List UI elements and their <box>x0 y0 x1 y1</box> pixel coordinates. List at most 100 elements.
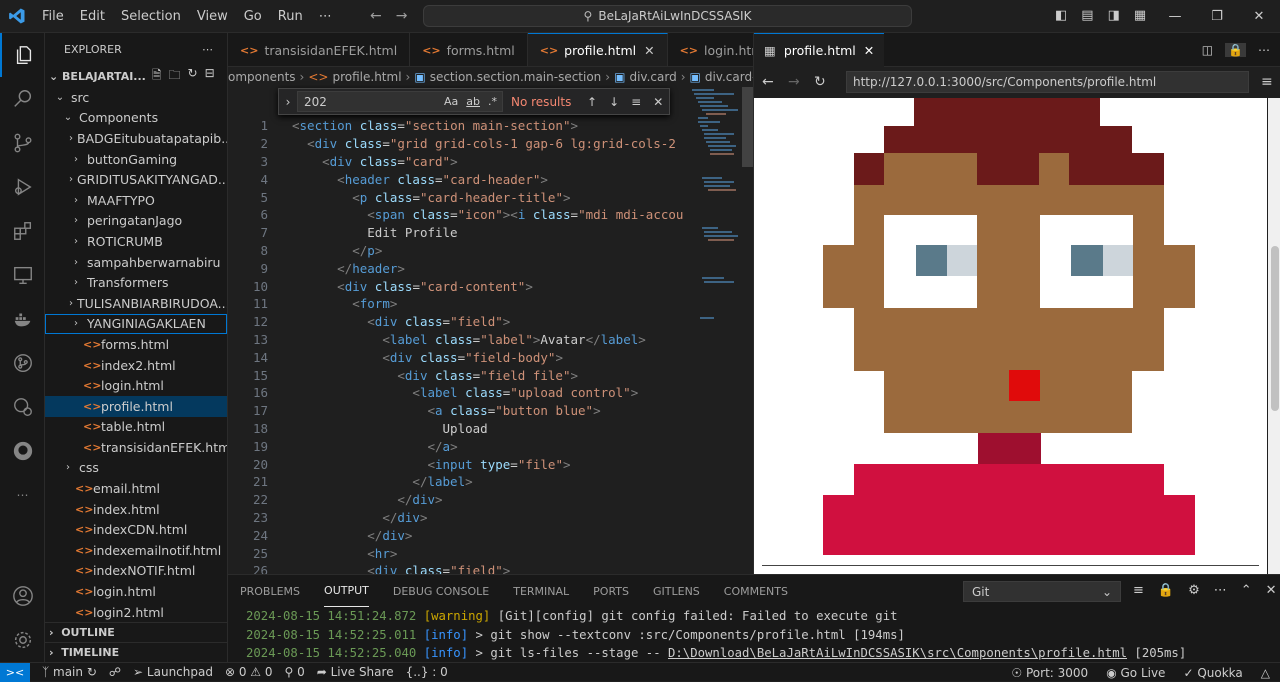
lock-scroll-icon[interactable]: 🔒 <box>1158 583 1174 598</box>
lock-icon[interactable]: 🔒 <box>1225 42 1246 57</box>
tab-profile[interactable]: <> profile.html ✕ <box>527 33 668 66</box>
gitlens-icon[interactable] <box>0 385 45 429</box>
folder-item[interactable]: › GRIDITUSAKITYANGAD... <box>45 169 227 190</box>
reload-icon[interactable]: ↻ <box>814 74 840 90</box>
restore-icon[interactable]: ❐ <box>1196 0 1238 33</box>
liveshare-status[interactable]: ➦ Live Share <box>317 665 394 679</box>
extensions-icon[interactable] <box>0 209 45 253</box>
breadcrumb-item[interactable]: section.section.main-section <box>430 70 602 84</box>
find-input[interactable]: 202 Aa ab .* <box>297 91 503 112</box>
menu-more[interactable]: ⋯ <box>311 9 340 24</box>
breadcrumb-item[interactable]: div.card <box>629 70 676 84</box>
run-debug-icon[interactable] <box>0 165 45 209</box>
folder-item[interactable]: › ROTICRUMB <box>45 231 227 252</box>
new-file-icon[interactable]: 🗎 <box>152 66 162 87</box>
close-icon[interactable]: ✕ <box>1238 0 1280 33</box>
close-panel-icon[interactable]: ✕ <box>1266 583 1277 598</box>
toggle-replace-icon[interactable]: › <box>279 95 297 109</box>
close-find-icon[interactable]: ✕ <box>653 95 663 109</box>
folder-item[interactable]: › css <box>45 458 227 479</box>
port-status[interactable]: ☉ Port: 3000 <box>1011 666 1088 680</box>
workspace-folder[interactable]: ⌄ BELAJARTAI... 🗎 🗀 ↻ ⊟ <box>45 65 227 87</box>
folder-item[interactable]: › YANGINIAGAKLAEN <box>45 313 227 335</box>
customize-layout-icon[interactable]: ▦ <box>1134 8 1146 23</box>
breadcrumb-item[interactable]: div.card-content <box>705 70 753 84</box>
forward-arrow-icon[interactable]: → <box>396 8 408 24</box>
hamburger-menu-icon[interactable]: ≡ <box>1261 74 1273 90</box>
braces-status[interactable]: {..} : 0 <box>406 665 448 679</box>
editor-scrollbar[interactable] <box>742 87 753 167</box>
forward-arrow-icon[interactable]: → <box>788 74 814 90</box>
tab-terminal[interactable]: TERMINAL <box>513 575 569 607</box>
match-case-icon[interactable]: Aa <box>444 95 458 108</box>
command-center[interactable]: ⚲ BeLaJaRtAiLwInDCSSASIK <box>423 5 912 27</box>
tab-forms[interactable]: <> forms.html <box>410 33 528 66</box>
tab-transisidanefek[interactable]: <> transisidanEFEK.html <box>228 33 411 66</box>
tab-output[interactable]: OUTPUT <box>324 575 369 607</box>
tab-preview-profile[interactable]: ▦ profile.html ✕ <box>754 32 885 67</box>
refresh-icon[interactable]: ↻ <box>188 66 198 87</box>
folder-item[interactable]: ⌄ Components <box>45 108 227 129</box>
search-view-icon[interactable] <box>0 77 45 121</box>
branch-status[interactable]: ᛉ main ↻ <box>42 665 97 679</box>
file-item[interactable]: <> index2.html <box>45 355 227 376</box>
menu-run[interactable]: Run <box>270 9 311 24</box>
breadcrumb-item[interactable]: profile.html <box>332 70 401 84</box>
scroll-thumb[interactable] <box>1271 246 1279 411</box>
settings-gear-icon[interactable]: ⚙ <box>1188 583 1200 598</box>
file-item[interactable]: <> index.html <box>45 499 227 520</box>
minimap[interactable] <box>690 87 742 327</box>
tab-ports[interactable]: PORTS <box>593 575 629 607</box>
minimize-icon[interactable]: — <box>1154 0 1196 33</box>
code-editor[interactable]: 1 < section class = "section main-section" >2… <box>228 117 688 574</box>
golive-status[interactable]: ◉ Go Live <box>1106 666 1165 680</box>
find-in-selection-icon[interactable]: ≡ <box>631 95 641 109</box>
explorer-more-icon[interactable]: ⋯ <box>202 43 213 56</box>
url-input[interactable]: http://127.0.0.1:3000/src/Components/pro… <box>846 71 1249 93</box>
more-actions-icon[interactable]: ⋯ <box>1214 583 1227 598</box>
menu-edit[interactable]: Edit <box>72 9 113 24</box>
file-item[interactable]: <> table.html <box>45 417 227 438</box>
preview-scrollbar[interactable] <box>1268 98 1280 574</box>
menu-file[interactable]: File <box>34 9 72 24</box>
new-folder-icon[interactable]: 🗀 <box>169 66 181 87</box>
more-actions-icon[interactable]: ⋯ <box>1258 43 1270 57</box>
regex-icon[interactable]: .* <box>488 95 497 108</box>
tab-debug-console[interactable]: DEBUG CONSOLE <box>393 575 489 607</box>
toggle-secondary-sidebar-icon[interactable]: ◨ <box>1108 8 1120 23</box>
next-match-icon[interactable]: ↓ <box>609 95 619 109</box>
menu-selection[interactable]: Selection <box>113 9 189 24</box>
collapse-all-icon[interactable]: ⊟ <box>205 66 215 87</box>
file-item[interactable]: <> indexCDN.html <box>45 519 227 540</box>
gitlens-graph-icon[interactable]: ☍ <box>109 665 121 679</box>
source-control-icon[interactable] <box>0 121 45 165</box>
menu-view[interactable]: View <box>189 9 236 24</box>
tab-gitlens[interactable]: GITLENS <box>653 575 700 607</box>
more-views-icon[interactable]: ⋯ <box>0 473 45 517</box>
close-tab-icon[interactable]: ✕ <box>864 43 874 58</box>
folder-item[interactable]: › MAAFTYPO <box>45 190 227 211</box>
clear-output-icon[interactable]: ≡ <box>1133 583 1144 598</box>
folder-item[interactable]: › peringatanJago <box>45 211 227 232</box>
notifications-bell-icon[interactable]: △ <box>1261 666 1270 680</box>
close-tab-icon[interactable]: ✕ <box>644 43 654 58</box>
file-item[interactable]: <> login.html <box>45 375 227 396</box>
toggle-sidebar-icon[interactable]: ◧ <box>1055 8 1067 23</box>
folder-item[interactable]: › sampahberwarnabiru <box>45 252 227 273</box>
folder-item[interactable]: › TULISANBIARBIRUDOA... <box>45 293 227 314</box>
whole-word-icon[interactable]: ab <box>466 95 480 108</box>
file-item[interactable]: <> email.html <box>45 478 227 499</box>
folder-item[interactable]: › BADGEitubuatapatapib... <box>45 128 227 149</box>
folder-item[interactable]: ⌄ src <box>45 87 227 108</box>
ports-status[interactable]: ⚲ 0 <box>285 665 305 679</box>
manage-gear-icon[interactable] <box>0 618 45 662</box>
tab-problems[interactable]: PROBLEMS <box>240 575 300 607</box>
back-arrow-icon[interactable]: ← <box>762 74 788 90</box>
file-item[interactable]: <> login2.html <box>45 602 227 623</box>
file-item[interactable]: <> login.html <box>45 581 227 602</box>
folder-item[interactable]: › buttonGaming <box>45 149 227 170</box>
breadcrumb-item[interactable]: omponents <box>228 70 296 84</box>
previous-match-icon[interactable]: ↑ <box>587 95 597 109</box>
file-item[interactable]: <> forms.html <box>45 334 227 355</box>
toggle-panel-icon[interactable]: ▤ <box>1081 8 1093 23</box>
